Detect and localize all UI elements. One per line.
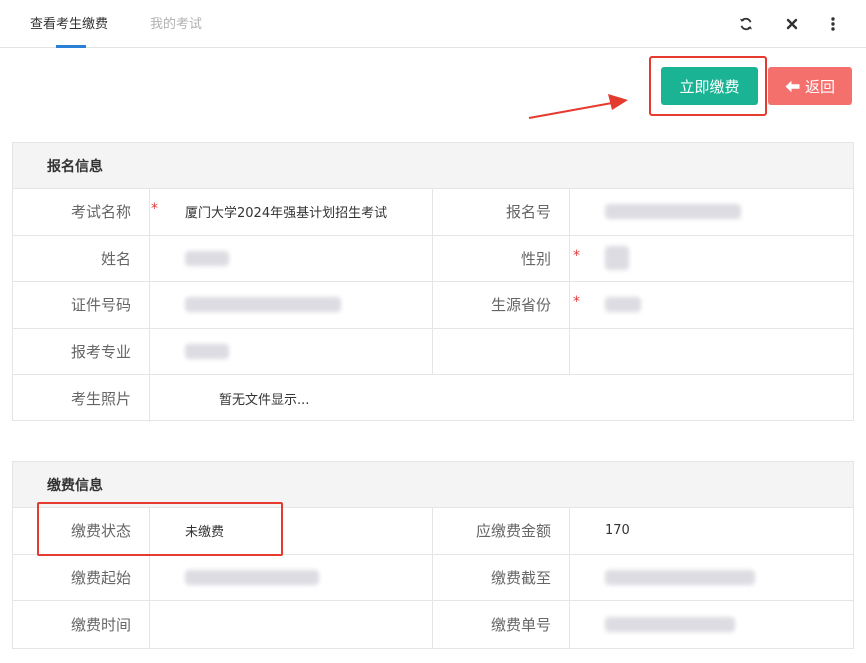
table-row: 缴费时间 缴费单号 xyxy=(13,601,853,648)
registration-info-panel: 报名信息 考试名称 * 厦门大学2024年强基计划招生考试 报名号 姓名 性别 … xyxy=(12,142,854,422)
id-number-label: 证件号码 xyxy=(13,282,150,328)
tab-bar: 查看考生缴费 我的考试 xyxy=(0,0,866,48)
name-cell xyxy=(150,235,433,282)
payment-time-label: 缴费时间 xyxy=(13,601,150,648)
back-button[interactable]: 返回 xyxy=(768,67,852,105)
exam-name-cell: * 厦门大学2024年强基计划招生考试 xyxy=(150,189,433,235)
province-label: 生源省份 xyxy=(433,282,570,328)
payment-deadline-label: 缴费截至 xyxy=(433,554,570,600)
redacted-payment-deadline xyxy=(605,569,755,585)
name-label: 姓名 xyxy=(13,235,150,282)
id-number-cell xyxy=(150,282,433,328)
redacted-name xyxy=(185,250,229,266)
registration-info-header: 报名信息 xyxy=(13,143,853,189)
major-cell xyxy=(150,328,433,375)
photo-placeholder-text: 暂无文件显示... xyxy=(219,393,310,409)
table-row: 考试名称 * 厦门大学2024年强基计划招生考试 报名号 xyxy=(13,189,853,236)
table-row: 缴费起始 缴费截至 xyxy=(13,554,853,601)
gender-cell: * xyxy=(570,236,853,282)
table-row: 考生照片 暂无文件显示... xyxy=(13,375,853,422)
redacted-major xyxy=(185,344,229,360)
exam-name-value: 厦门大学2024年强基计划招生考试 xyxy=(185,206,388,222)
amount-due-value: 170 xyxy=(605,523,630,539)
photo-label: 考生照片 xyxy=(13,375,150,422)
redacted-order-number xyxy=(605,616,735,632)
payment-order-number-label: 缴费单号 xyxy=(433,601,570,648)
amount-due-cell: 170 xyxy=(570,508,853,554)
empty-value-cell xyxy=(570,329,853,375)
redacted-registration-number xyxy=(605,204,741,220)
payment-start-cell xyxy=(150,554,433,600)
payment-deadline-cell xyxy=(570,555,853,601)
redacted-id-number xyxy=(185,297,341,313)
table-row: 报考专业 xyxy=(13,328,853,376)
back-button-label: 返回 xyxy=(804,77,835,96)
redacted-payment-start xyxy=(185,569,319,585)
annotation-box-payment-status xyxy=(37,502,283,556)
tab-my-exams[interactable]: 我的考试 xyxy=(150,16,202,34)
arrow-left-icon xyxy=(785,80,800,92)
table-row: 姓名 性别 * xyxy=(13,235,853,283)
amount-due-label: 应缴费金额 xyxy=(433,508,570,554)
photo-cell: 暂无文件显示... xyxy=(150,375,853,422)
payment-time-cell xyxy=(150,601,433,648)
major-label: 报考专业 xyxy=(13,328,150,375)
refresh-icon[interactable] xyxy=(736,13,756,35)
registration-number-cell xyxy=(570,189,853,235)
payment-start-label: 缴费起始 xyxy=(13,554,150,600)
required-mark: * xyxy=(573,294,580,311)
annotation-arrow-pay xyxy=(528,94,628,119)
more-options-icon[interactable] xyxy=(823,13,843,35)
exam-name-label: 考试名称 xyxy=(13,189,150,235)
empty-label-cell xyxy=(433,328,570,375)
registration-number-label: 报名号 xyxy=(433,189,570,235)
payment-order-number-cell xyxy=(570,601,853,648)
tab-view-payment[interactable]: 查看考生缴费 xyxy=(30,16,108,34)
table-row: 证件号码 生源省份 * xyxy=(13,282,853,329)
required-mark: * xyxy=(573,247,580,264)
redacted-province xyxy=(605,297,641,313)
province-cell: * xyxy=(570,282,853,328)
required-mark: * xyxy=(151,201,158,217)
redacted-gender xyxy=(605,246,629,271)
close-icon[interactable] xyxy=(782,13,802,35)
active-tab-indicator xyxy=(56,45,86,48)
annotation-box-pay-button xyxy=(649,56,767,116)
gender-label: 性别 xyxy=(433,235,570,282)
